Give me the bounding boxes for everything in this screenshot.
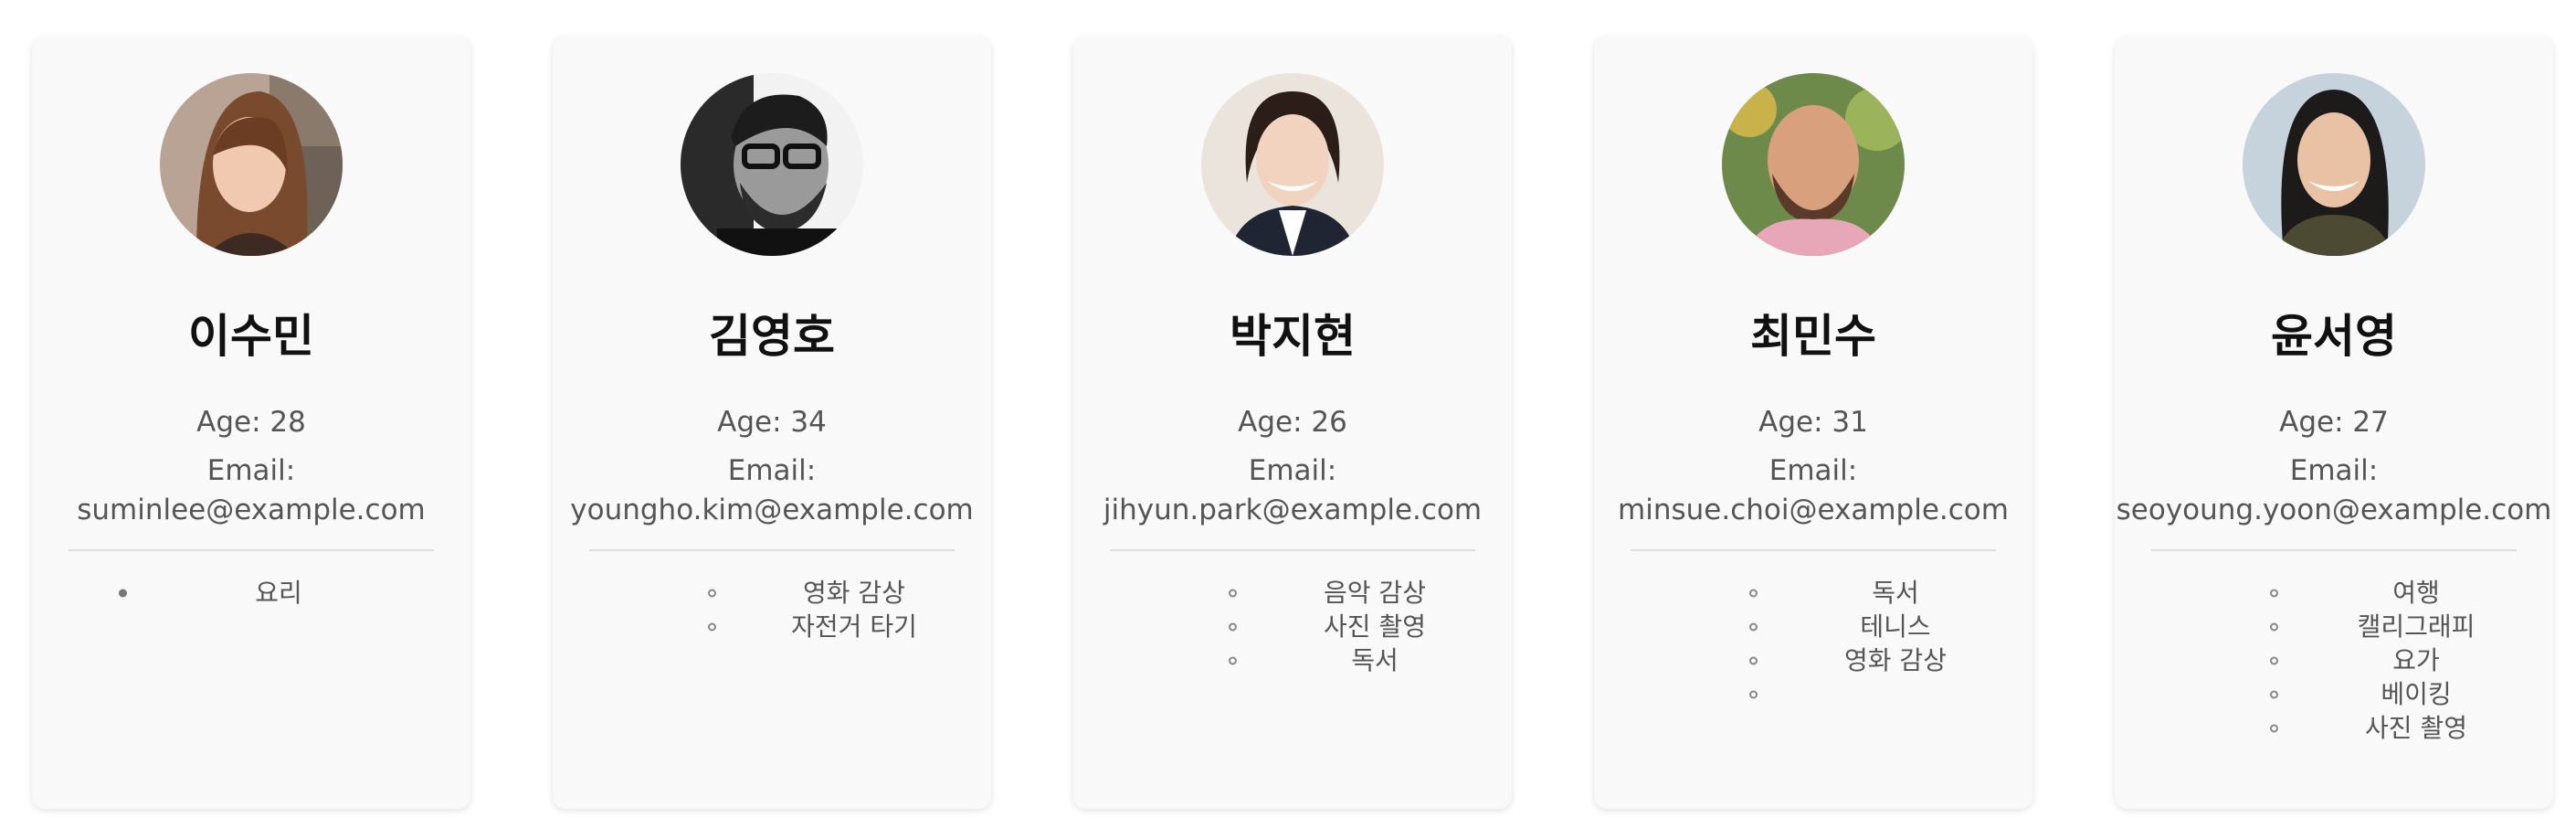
hobby-item: 독서 [1110,643,1475,677]
bullet-circle-icon [1229,589,1237,597]
divider [1110,549,1475,551]
bullet-circle-icon [1749,690,1758,698]
bullet-disc-icon [119,589,127,597]
profile-card: 이수민 Age: 28 Email: suminlee@example.com … [32,37,470,809]
hobby-item: 캘리그래피 [2151,610,2517,643]
bullet-circle-icon [1229,656,1237,664]
profile-name: 윤서영 [2271,310,2397,363]
hobby-list: 음악 감상 사진 촬영 독서 [1110,576,1475,677]
profile-age: Age: 34 [717,406,827,439]
hobby-item: 요리 [69,576,434,610]
avatar [1201,73,1384,256]
bullet-circle-icon [2270,656,2278,664]
hobby-list: 독서 테니스 영화 감상 [1631,576,1996,711]
email-value: jihyun.park@example.com [1103,494,1483,526]
divider [589,549,955,551]
profile-name: 박지현 [1230,310,1356,363]
profile-name: 이수민 [188,310,314,363]
hobby-item: 자전거 타기 [589,610,955,643]
email-value: youngho.kim@example.com [570,494,974,526]
email-label: Email: [727,454,817,487]
email-value: minsue.choi@example.com [1618,494,2009,526]
bullet-circle-icon [2270,724,2278,732]
profile-age: Age: 27 [2279,406,2389,439]
email-label: Email: [1248,454,1337,487]
divider [1631,549,1996,551]
hobby-item: 요가 [2151,643,2517,677]
hobby-list: 여행 캘리그래피 요가 베이킹 사진 촬영 [2151,576,2517,745]
profile-cards-page: 이수민 Age: 28 Email: suminlee@example.com … [0,0,2576,818]
bullet-circle-icon [2270,589,2278,597]
hobby-item: 영화 감상 [1631,643,1996,677]
hobby-item: 음악 감상 [1110,576,1475,610]
hobby-item: 여행 [2151,576,2517,610]
avatar-photo-icon [681,73,863,256]
avatar [160,73,343,256]
email-value: seoyoung.yoon@example.com [2116,494,2552,526]
avatar-photo-icon [1722,73,1905,256]
hobby-item: 독서 [1631,576,1996,610]
profile-name: 최민수 [1750,310,1876,363]
hobby-item: 사진 촬영 [1110,610,1475,643]
hobby-item [1631,677,1996,711]
divider [2151,549,2517,551]
bullet-circle-icon [708,589,716,597]
hobby-list: 영화 감상 자전거 타기 [589,576,955,643]
avatar-photo-icon [1201,73,1384,256]
bullet-circle-icon [1749,656,1758,664]
profile-card: 윤서영 Age: 27 Email: seoyoung.yoon@example… [2115,37,2553,809]
profile-age: Age: 28 [196,406,306,439]
avatar [1722,73,1905,256]
avatar-photo-icon [160,73,343,256]
profile-age: Age: 26 [1238,406,1347,439]
bullet-circle-icon [1749,589,1758,597]
avatar-photo-icon [2243,73,2425,256]
hobby-list: 요리 [69,576,434,610]
avatar [2243,73,2425,256]
hobby-item: 사진 촬영 [2151,711,2517,745]
avatar [681,73,863,256]
hobby-item: 영화 감상 [589,576,955,610]
profile-name: 김영호 [709,310,835,363]
bullet-circle-icon [1229,622,1237,631]
bullet-circle-icon [2270,622,2278,631]
hobby-item: 테니스 [1631,610,1996,643]
email-label: Email: [1768,454,1858,487]
profile-age: Age: 31 [1758,406,1868,439]
bullet-circle-icon [1749,622,1758,631]
bullet-circle-icon [708,622,716,631]
profile-card: 최민수 Age: 31 Email: minsue.choi@example.c… [1594,37,2032,809]
email-value: suminlee@example.com [77,494,426,526]
divider [69,549,434,551]
hobby-item: 베이킹 [2151,677,2517,711]
profile-card: 김영호 Age: 34 Email: youngho.kim@example.c… [553,37,991,809]
email-label: Email: [2289,454,2379,487]
bullet-circle-icon [2270,690,2278,698]
email-label: Email: [206,454,296,487]
profile-card: 박지현 Age: 26 Email: jihyun.park@example.c… [1073,37,1512,809]
